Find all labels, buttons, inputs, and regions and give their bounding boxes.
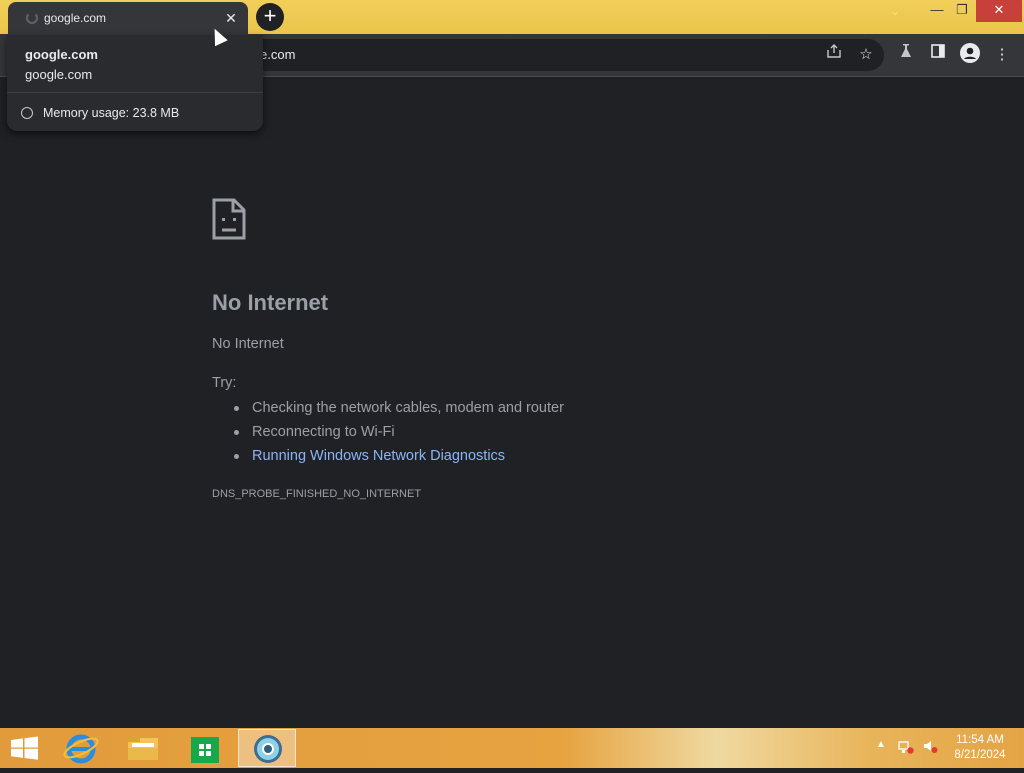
- suggestion-item: Checking the network cables, modem and r…: [234, 396, 564, 420]
- extension-icon[interactable]: [894, 43, 918, 67]
- tab-hover-card: google.com google.com Memory usage: 23.8…: [7, 35, 263, 131]
- error-page: No Internet No Internet Try: Checking th…: [0, 78, 1024, 728]
- suggestion-list: Checking the network cables, modem and r…: [212, 396, 564, 468]
- error-subtitle: No Internet: [212, 336, 284, 352]
- tab-title: google.com: [44, 11, 107, 25]
- file-explorer-icon[interactable]: [114, 729, 172, 767]
- tab-close-button[interactable]: ✕: [222, 9, 240, 27]
- hover-card-divider: [7, 92, 263, 93]
- share-icon[interactable]: [822, 43, 846, 67]
- window-close-button[interactable]: ✕: [976, 0, 1022, 22]
- system-clock[interactable]: 11:54 AM 8/21/2024: [946, 733, 1014, 763]
- store-icon[interactable]: [176, 729, 234, 767]
- address-bar-url: e.com: [260, 47, 296, 62]
- clock-time: 11:54 AM: [956, 734, 1004, 746]
- taskbar: ▲ 11:54 AM 8/21/2024: [0, 728, 1024, 768]
- new-tab-button[interactable]: +: [256, 3, 284, 31]
- memory-usage-text: Memory usage: 23.8 MB: [43, 106, 180, 120]
- sad-document-icon: [212, 198, 246, 240]
- clock-date: 8/21/2024: [954, 749, 1006, 761]
- side-panel-icon[interactable]: [926, 43, 950, 67]
- start-button[interactable]: [0, 729, 58, 767]
- menu-icon[interactable]: ⋮: [990, 43, 1014, 67]
- network-diagnostics-link[interactable]: Running Windows Network Diagnostics: [234, 444, 564, 468]
- error-code: DNS_PROBE_FINISHED_NO_INTERNET: [212, 488, 422, 500]
- suggestion-item: Reconnecting to Wi-Fi: [234, 420, 564, 444]
- volume-icon[interactable]: [922, 738, 938, 754]
- loading-spinner-icon: [26, 12, 38, 24]
- internet-explorer-icon[interactable]: [52, 729, 110, 767]
- title-bar: google.com ✕ + ⌄ — ❐ ✕: [0, 0, 1024, 34]
- memory-gauge-icon: [21, 107, 33, 119]
- hover-card-url: google.com: [25, 67, 93, 82]
- try-label: Try:: [212, 375, 237, 391]
- star-icon[interactable]: ☆: [854, 43, 878, 67]
- network-status-icon[interactable]: [898, 738, 914, 754]
- tab-search-icon[interactable]: ⌄: [890, 4, 900, 18]
- maximize-button[interactable]: ❐: [947, 0, 977, 22]
- error-heading: No Internet: [212, 290, 329, 315]
- show-hidden-icons-icon[interactable]: ▲: [876, 739, 886, 750]
- profile-icon[interactable]: [958, 43, 982, 67]
- chrome-taskbar-icon[interactable]: [238, 729, 296, 767]
- hover-card-title: google.com: [25, 47, 98, 62]
